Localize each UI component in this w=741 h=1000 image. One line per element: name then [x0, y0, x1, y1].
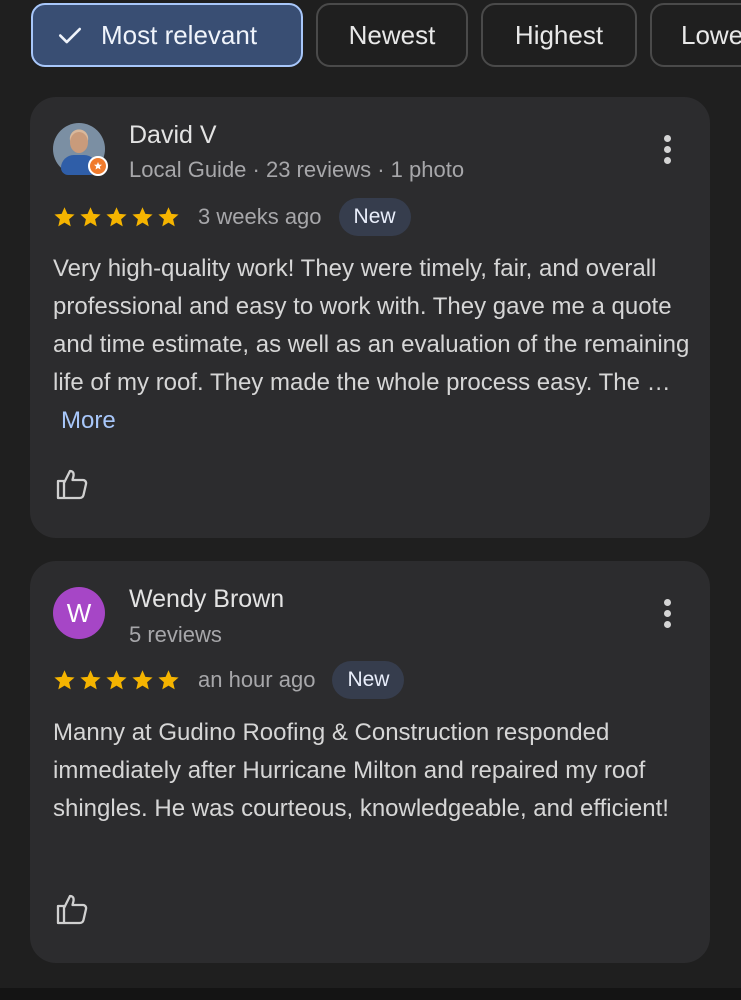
more-link[interactable]: More [61, 407, 116, 434]
star-rating [53, 668, 180, 692]
reviewer-name[interactable]: Wendy Brown [129, 585, 284, 614]
reviewer-name[interactable]: David V [129, 121, 217, 150]
sort-chip-most-relevant[interactable]: Most relevant [31, 3, 303, 67]
more-vert-icon[interactable] [660, 135, 674, 169]
reviewer-meta: Local Guide · 23 reviews · 1 photo [129, 157, 465, 182]
star-icon [132, 207, 153, 227]
reviewer-meta: 5 reviews [129, 622, 222, 647]
rating-row: an hour ago New [53, 661, 405, 699]
initial-avatar-icon[interactable]: W [53, 587, 105, 639]
review-text: Manny at Gudino Roofing & Construction r… [53, 714, 698, 828]
sort-chip-newest[interactable]: Newest [316, 3, 468, 67]
bottom-divider [0, 988, 741, 1000]
star-icon [158, 670, 179, 690]
rating-row: 3 weeks ago New [53, 198, 411, 236]
sort-chip-lowest[interactable]: Lowe [650, 3, 741, 67]
review-body: Manny at Gudino Roofing & Construction r… [53, 719, 669, 822]
check-icon [58, 27, 82, 44]
new-badge: New [338, 198, 411, 236]
star-icon [158, 207, 179, 227]
review-body: Very high-quality work! They were timely… [53, 255, 690, 396]
profile-photo-icon[interactable] [53, 123, 108, 176]
sort-filter-row: Most relevant Newest Highest Lowe [0, 0, 741, 80]
thumbs-up-icon[interactable] [54, 891, 90, 927]
avatar-initial: W [66, 597, 92, 628]
review-card: David V Local Guide · 23 reviews · 1 pho… [30, 97, 710, 538]
star-rating [53, 205, 180, 229]
star-icon [80, 670, 101, 690]
star-icon [106, 670, 127, 690]
local-guide-star-icon [88, 156, 108, 176]
review-time: 3 weeks ago [198, 204, 322, 229]
sort-chip-highest[interactable]: Highest [481, 3, 637, 67]
star-icon [54, 207, 75, 227]
star-icon [80, 207, 101, 227]
sort-chip-label: Newest [348, 19, 436, 50]
thumbs-up-icon[interactable] [54, 466, 90, 502]
review-time: an hour ago [198, 667, 316, 692]
sort-chip-label: Most relevant [101, 19, 258, 50]
review-card: W Wendy Brown 5 reviews an hour ago New … [30, 561, 710, 963]
star-icon [106, 207, 127, 227]
sort-chip-label: Highest [514, 19, 604, 50]
more-vert-icon[interactable] [660, 599, 674, 633]
sort-chip-label: Lowe [681, 19, 741, 50]
star-icon [54, 670, 75, 690]
review-text: Very high-quality work! They were timely… [53, 250, 698, 440]
new-badge: New [332, 661, 405, 699]
star-icon [132, 670, 153, 690]
